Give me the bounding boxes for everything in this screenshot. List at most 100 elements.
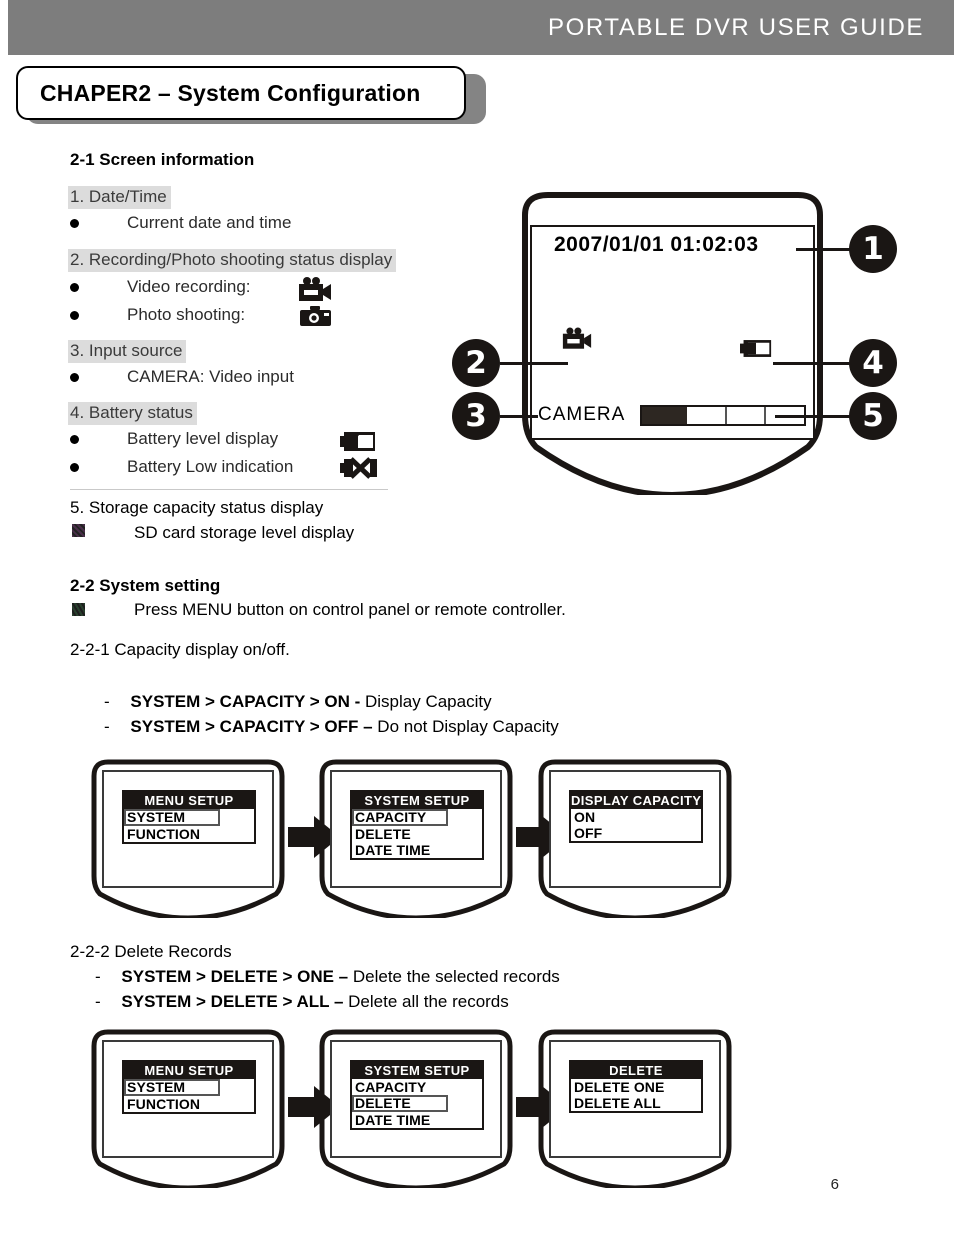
- callout-4: 4: [849, 339, 897, 387]
- delete-screen: DELETE DELETE ONE DELETE ALL: [535, 1028, 735, 1188]
- osd-item-function[interactable]: FUNCTION: [124, 1096, 254, 1112]
- osd-item-delete-one[interactable]: DELETE ONE: [571, 1079, 701, 1095]
- sd-card-glyph-bullet-icon: [72, 524, 85, 537]
- osd-item-on[interactable]: ON: [571, 809, 701, 825]
- section-2-2-1-heading: 2-2-1 Capacity display on/off.: [70, 640, 290, 659]
- callout-3: 3: [452, 392, 500, 440]
- camcorder-icon: [298, 277, 332, 308]
- osd-item-system[interactable]: SYSTEM: [124, 1079, 220, 1096]
- bullet-row: Photo shooting:: [70, 305, 245, 325]
- photo-camera-icon: [300, 306, 332, 333]
- bullet-row: Video recording:: [70, 277, 251, 297]
- display-capacity-screen: DISPLAY CAPACITY ON OFF: [535, 758, 735, 918]
- osd-title: MENU SETUP: [124, 792, 254, 809]
- page-number: 6: [830, 1176, 839, 1193]
- callout-leader-3: [500, 415, 538, 418]
- battery-low-icon: [340, 457, 378, 484]
- osd-item-date-time[interactable]: DATE TIME: [352, 1112, 482, 1128]
- path-dash: -: [95, 967, 101, 986]
- bullet-label: CAMERA: Video input: [127, 367, 294, 386]
- menu-setup-screen: MENU SETUP SYSTEM FUNCTION: [88, 1028, 288, 1188]
- path-dash: -: [104, 717, 110, 736]
- callout-leader-5: [775, 415, 857, 418]
- osd-title: MENU SETUP: [124, 1062, 254, 1079]
- dvr-datetime-text: 2007/01/01 01:02:03: [554, 233, 759, 256]
- subsection-4-heading: 4. Battery status: [68, 402, 197, 425]
- section-divider: [70, 489, 388, 490]
- path-rest: Delete all the records: [343, 992, 509, 1011]
- bullet-row: Current date and time: [70, 213, 291, 233]
- section-2-2-instruction: Press MENU button on control panel or re…: [134, 600, 566, 619]
- callout-5: 5: [849, 392, 897, 440]
- subsection-3-heading: 3. Input source: [68, 340, 187, 363]
- section-2-2-heading: 2-2 System setting: [70, 576, 221, 595]
- bullet-dot-icon: [70, 372, 79, 382]
- osd-menu-box: SYSTEM SETUP CAPACITY DELETE DATE TIME: [350, 1060, 484, 1130]
- osd-title: SYSTEM SETUP: [352, 792, 482, 809]
- osd-item-delete[interactable]: DELETE: [352, 826, 482, 842]
- path-bold: SYSTEM > CAPACITY > ON -: [130, 692, 361, 711]
- osd-item-off[interactable]: OFF: [571, 825, 701, 841]
- callout-leader-1: [796, 248, 856, 251]
- menu-glyph-bullet-icon: [72, 603, 85, 616]
- osd-menu-box: DELETE DELETE ONE DELETE ALL: [569, 1060, 703, 1113]
- osd-item-capacity[interactable]: CAPACITY: [352, 1079, 482, 1095]
- bullet-label: Battery Low indication: [127, 457, 294, 476]
- device-lcd-area: MENU SETUP SYSTEM FUNCTION: [102, 1040, 274, 1158]
- path-bold: SYSTEM > DELETE > ONE –: [121, 967, 349, 986]
- device-lcd-area: MENU SETUP SYSTEM FUNCTION: [102, 770, 274, 888]
- system-setup-screen: SYSTEM SETUP CAPACITY DELETE DATE TIME: [316, 758, 516, 918]
- path-dash: -: [104, 692, 110, 711]
- dvr-input-source-label: CAMERA: [538, 404, 626, 425]
- bullet-dot-icon: [70, 310, 79, 320]
- path-line: - SYSTEM > DELETE > ALL – Delete all the…: [95, 992, 509, 1012]
- osd-item-capacity[interactable]: CAPACITY: [352, 809, 448, 826]
- osd-menu-box: MENU SETUP SYSTEM FUNCTION: [122, 790, 256, 844]
- dvr-screen-diagram: 2007/01/01 01:02:03 CAMERA 1 2 3 4 5: [430, 185, 930, 495]
- osd-item-system[interactable]: SYSTEM: [124, 809, 220, 826]
- battery-level-icon: [340, 432, 376, 456]
- osd-title: DISPLAY CAPACITY: [571, 792, 702, 809]
- capacity-bar-fill: [642, 407, 688, 424]
- flow-diagram-capacity: MENU SETUP SYSTEM FUNCTION SYSTEM SETUP …: [88, 758, 748, 926]
- osd-item-delete-all[interactable]: DELETE ALL: [571, 1095, 701, 1111]
- callout-leader-2: [500, 362, 568, 365]
- osd-menu-box: DISPLAY CAPACITY ON OFF: [569, 790, 703, 843]
- bullet-label: Video recording:: [127, 277, 251, 296]
- subsection-1-heading: 1. Date/Time: [68, 186, 171, 209]
- bullet-label: Current date and time: [127, 213, 292, 232]
- osd-title: DELETE: [571, 1062, 701, 1079]
- path-line: - SYSTEM > CAPACITY > ON - Display Capac…: [104, 692, 492, 712]
- callout-1: 1: [849, 225, 897, 273]
- system-setup-screen: SYSTEM SETUP CAPACITY DELETE DATE TIME: [316, 1028, 516, 1188]
- bullet-row: Battery level display: [70, 429, 278, 449]
- path-rest: Do not Display Capacity: [372, 717, 559, 736]
- osd-item-delete[interactable]: DELETE: [352, 1095, 448, 1112]
- device-lcd-area: SYSTEM SETUP CAPACITY DELETE DATE TIME: [330, 1040, 502, 1158]
- osd-title: SYSTEM SETUP: [352, 1062, 482, 1079]
- path-bold: SYSTEM > DELETE > ALL –: [121, 992, 344, 1011]
- osd-menu-box: MENU SETUP SYSTEM FUNCTION: [122, 1060, 256, 1114]
- bullet-dot-icon: [70, 218, 79, 228]
- section-2-2-2-heading: 2-2-2 Delete Records: [70, 942, 232, 961]
- bullet-row: CAMERA: Video input: [70, 367, 294, 387]
- path-rest: Delete the selected records: [348, 967, 560, 986]
- capacity-tick: [687, 407, 727, 424]
- path-line: - SYSTEM > DELETE > ONE – Delete the sel…: [95, 967, 560, 987]
- bullet-label: Photo shooting:: [127, 305, 246, 324]
- osd-item-function[interactable]: FUNCTION: [124, 826, 254, 842]
- bullet-dot-icon: [70, 462, 79, 472]
- osd-item-date-time[interactable]: DATE TIME: [352, 842, 482, 858]
- dvr-lcd-area: 2007/01/01 01:02:03 CAMERA: [530, 225, 815, 440]
- path-line: - SYSTEM > CAPACITY > OFF – Do not Displ…: [104, 717, 559, 737]
- camcorder-icon: [562, 327, 592, 356]
- subsection-5-heading: 5. Storage capacity status display: [70, 498, 324, 517]
- osd-menu-box: SYSTEM SETUP CAPACITY DELETE DATE TIME: [350, 790, 484, 860]
- callout-2: 2: [452, 339, 500, 387]
- bullet-dot-icon: [70, 282, 79, 292]
- bullet-row: Battery Low indication: [70, 457, 293, 477]
- bullet-label: Battery level display: [127, 429, 279, 448]
- path-bold: SYSTEM > CAPACITY > OFF –: [130, 717, 373, 736]
- subsection-2-heading: 2. Recording/Photo shooting status displ…: [68, 249, 397, 272]
- bullet-dot-icon: [70, 434, 79, 444]
